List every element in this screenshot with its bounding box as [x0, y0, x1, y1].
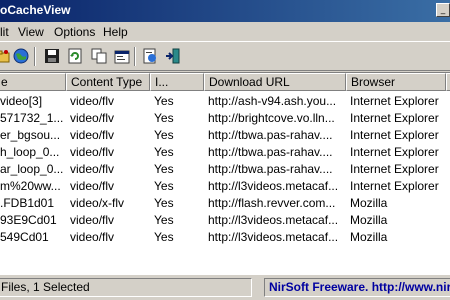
- cell-content-type: video/flv: [70, 162, 115, 176]
- cell-in-cache: Yes: [154, 162, 174, 176]
- globe-icon[interactable]: [12, 47, 30, 65]
- status-bar: Files, 1 Selected NirSoft Freeware. http…: [0, 276, 450, 300]
- table-row[interactable]: 549Cd01 video/flv Yes http://l3videos.metac…: [0, 229, 450, 246]
- column-download-url[interactable]: Download URL: [204, 73, 346, 91]
- menu-bar: lit View Options Help: [0, 22, 450, 41]
- cell-filename: .FDB1d01: [0, 196, 55, 210]
- cell-filename: ar_loop_0...: [0, 162, 64, 176]
- cell-in-cache: Yes: [154, 179, 174, 193]
- column-content-type[interactable]: Content Type: [66, 73, 150, 91]
- cell-filename: h_loop_0...: [0, 145, 60, 159]
- cell-download-url: http://flash.revver.com...: [208, 196, 336, 210]
- properties-icon[interactable]: [113, 47, 131, 65]
- table-row[interactable]: 571732_1... video/flv Yes http://brightcove…: [0, 110, 450, 127]
- cell-download-url: http://l3videos.metacaf...: [208, 179, 339, 193]
- cell-download-url: http://ash-v94.ash.you...: [208, 94, 337, 108]
- cell-download-url: http://brightcove.vo.lln...: [208, 111, 335, 125]
- html-report-icon[interactable]: [141, 47, 159, 65]
- cell-browser: Mozilla: [350, 230, 388, 244]
- cell-browser: Mozilla: [350, 213, 388, 227]
- table-row[interactable]: ar_loop_0... video/flv Yes http://tbwa.pas-…: [0, 161, 450, 178]
- title-bar: oCacheView _: [0, 0, 450, 22]
- toolbar-separator: [34, 47, 36, 66]
- cell-filename: video[3]: [0, 94, 43, 108]
- cell-content-type: video/flv: [70, 128, 115, 142]
- table-row[interactable]: .FDB1d01 video/x-flv Yes http://flash.revve…: [0, 195, 450, 212]
- refresh-icon[interactable]: [66, 47, 84, 65]
- column-in-cache[interactable]: I...: [150, 73, 204, 91]
- cell-browser: Internet Explorer: [350, 111, 439, 125]
- cell-browser: Internet Explorer: [350, 162, 439, 176]
- save-icon[interactable]: [43, 47, 61, 65]
- cell-in-cache: Yes: [154, 111, 174, 125]
- copy-icon[interactable]: [90, 47, 108, 65]
- cell-content-type: video/flv: [70, 94, 115, 108]
- table-row[interactable]: video[3] video/flv Yes http://ash-v94.ash.y…: [0, 93, 450, 110]
- exit-icon[interactable]: [164, 47, 182, 65]
- table-row[interactable]: h_loop_0... video/flv Yes http://tbwa.pas-r…: [0, 144, 450, 161]
- cell-browser: Internet Explorer: [350, 128, 439, 142]
- menu-view[interactable]: View: [18, 25, 44, 39]
- list-header: e Content Type I... Download URL Browser: [0, 73, 450, 91]
- cell-filename: er_bgsou...: [0, 128, 61, 142]
- cell-content-type: video/flv: [70, 230, 115, 244]
- toolbar: [0, 41, 450, 71]
- cell-content-type: video/flv: [70, 179, 115, 193]
- cell-content-type: video/flv: [70, 111, 115, 125]
- cell-download-url: http://tbwa.pas-rahav....: [208, 162, 333, 176]
- cell-content-type: video/flv: [70, 213, 115, 227]
- cell-filename: 549Cd01: [0, 230, 49, 244]
- open-folder-icon[interactable]: [0, 47, 12, 65]
- menu-edit[interactable]: lit: [0, 25, 9, 39]
- cell-in-cache: Yes: [154, 145, 174, 159]
- table-row[interactable]: m%20ww... video/flv Yes http://l3videos.met…: [0, 178, 450, 195]
- column-filename[interactable]: e: [0, 73, 66, 91]
- cache-list[interactable]: e Content Type I... Download URL Browser…: [0, 72, 450, 275]
- cell-download-url: http://l3videos.metacaf...: [208, 213, 339, 227]
- cell-in-cache: Yes: [154, 213, 174, 227]
- cell-content-type: video/x-flv: [70, 196, 125, 210]
- cell-in-cache: Yes: [154, 230, 174, 244]
- cell-content-type: video/flv: [70, 145, 115, 159]
- cell-browser: Internet Explorer: [350, 145, 439, 159]
- cell-download-url: http://l3videos.metacaf...: [208, 230, 339, 244]
- cell-browser: Mozilla: [350, 196, 388, 210]
- cell-browser: Internet Explorer: [350, 94, 439, 108]
- cell-download-url: http://tbwa.pas-rahav....: [208, 128, 333, 142]
- cell-in-cache: Yes: [154, 196, 174, 210]
- column-browser[interactable]: Browser: [346, 73, 446, 91]
- window-title: oCacheView: [0, 3, 71, 17]
- column-extra[interactable]: [446, 73, 450, 91]
- cell-filename: m%20ww...: [0, 179, 61, 193]
- menu-help[interactable]: Help: [103, 25, 128, 39]
- minimize-button[interactable]: _: [436, 3, 450, 17]
- table-row[interactable]: er_bgsou... video/flv Yes http://tbwa.pas-r…: [0, 127, 450, 144]
- menu-options[interactable]: Options: [54, 25, 95, 39]
- cell-filename: 93E9Cd01: [0, 213, 57, 227]
- cell-filename: 571732_1...: [0, 111, 64, 125]
- cell-in-cache: Yes: [154, 128, 174, 142]
- cell-in-cache: Yes: [154, 94, 174, 108]
- nirsoft-link[interactable]: NirSoft Freeware. http://www.nir: [264, 278, 450, 297]
- toolbar-separator: [134, 47, 136, 66]
- table-row[interactable]: 93E9Cd01 video/flv Yes http://l3videos.meta…: [0, 212, 450, 229]
- status-file-count: Files, 1 Selected: [0, 278, 252, 297]
- cell-download-url: http://tbwa.pas-rahav....: [208, 145, 333, 159]
- cell-browser: Internet Explorer: [350, 179, 439, 193]
